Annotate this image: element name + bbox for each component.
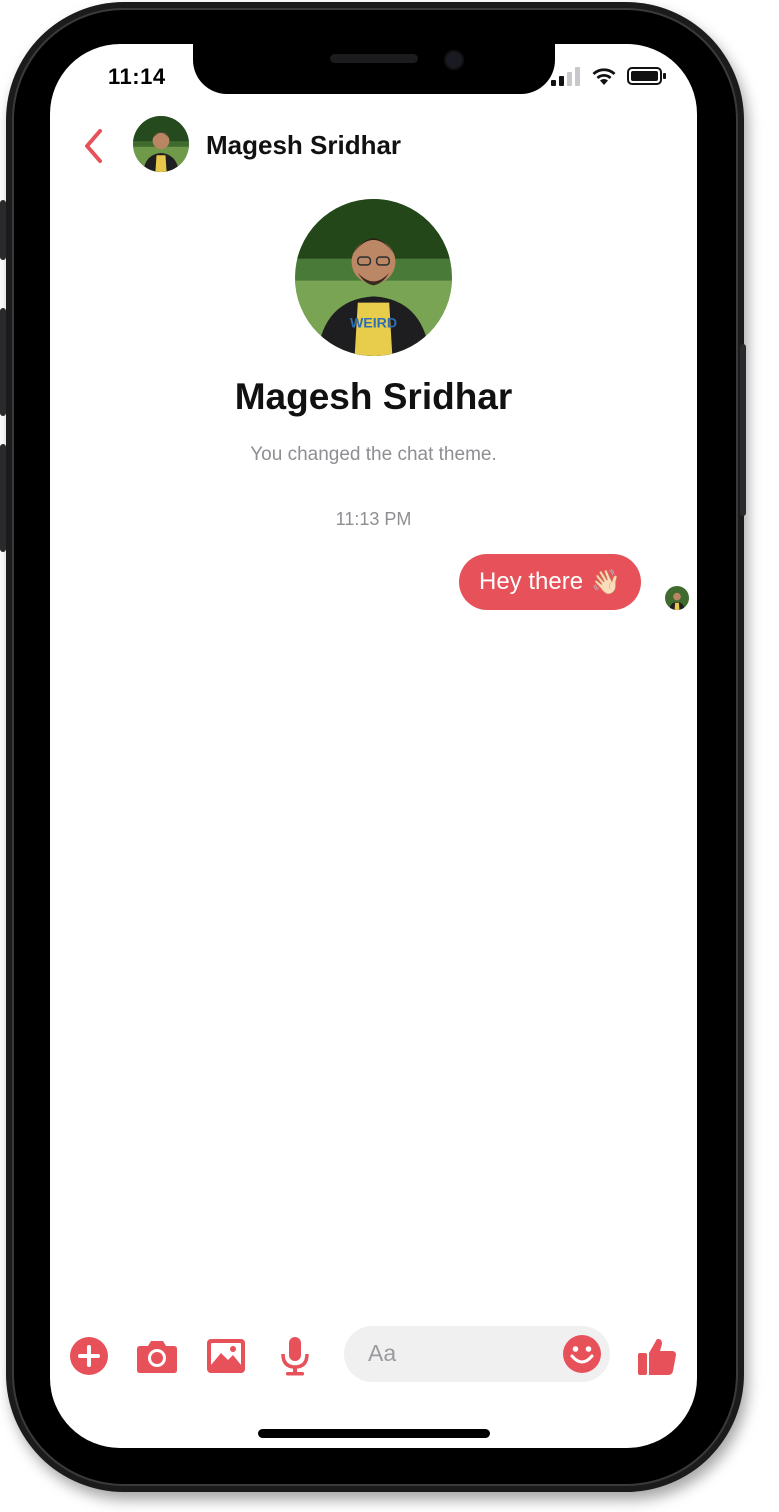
- waving-hand-emoji: 👋🏻: [591, 568, 621, 596]
- front-camera: [444, 50, 464, 70]
- gallery-button[interactable]: [204, 1334, 248, 1378]
- theme-change-notice: You changed the chat theme.: [250, 444, 497, 465]
- add-button[interactable]: [67, 1334, 111, 1378]
- message-input-placeholder: Aa: [368, 1340, 397, 1366]
- back-button[interactable]: [80, 126, 110, 166]
- mute-switch: [0, 200, 6, 260]
- like-button[interactable]: [635, 1334, 679, 1378]
- chevron-left-icon: [85, 129, 102, 163]
- notch: [193, 44, 555, 94]
- power-button: [740, 344, 746, 516]
- svg-text:WEIRD: WEIRD: [350, 315, 397, 331]
- voice-button[interactable]: [273, 1334, 317, 1378]
- home-indicator[interactable]: [258, 1429, 490, 1438]
- camera-icon: [137, 1341, 177, 1373]
- header-contact-name[interactable]: Magesh Sridhar: [206, 130, 401, 161]
- signal-icon: [551, 67, 580, 86]
- gallery-icon: [207, 1339, 245, 1373]
- volume-down-button: [0, 444, 6, 552]
- read-receipt-avatar: [665, 586, 689, 610]
- message-input[interactable]: Aa: [344, 1326, 610, 1382]
- profile-photo: WEIRD: [295, 199, 452, 356]
- message-timestamp: 11:13 PM: [335, 509, 412, 529]
- screen: 11:14 Magesh Sridhar WEIRD Magesh Sridha…: [50, 44, 697, 1448]
- avatar-photo: [133, 116, 189, 172]
- camera-button[interactable]: [135, 1334, 179, 1378]
- add-icon: [70, 1337, 108, 1375]
- read-receipt-photo: [665, 586, 689, 610]
- microphone-icon: [281, 1337, 309, 1376]
- battery-icon: [627, 67, 666, 85]
- profile-avatar[interactable]: WEIRD: [295, 199, 452, 356]
- earpiece-speaker: [330, 54, 418, 63]
- status-icons: [551, 66, 667, 86]
- wifi-icon: [592, 68, 616, 85]
- thumbs-up-icon: [638, 1338, 676, 1375]
- sent-message-bubble[interactable]: Hey there 👋🏻: [459, 554, 641, 610]
- header-avatar[interactable]: [133, 116, 189, 172]
- volume-up-button: [0, 308, 6, 416]
- message-text: Hey there: [479, 568, 584, 595]
- emoji-button[interactable]: [562, 1334, 602, 1374]
- status-time: 11:14: [108, 64, 166, 89]
- profile-name: Magesh Sridhar: [234, 376, 513, 417]
- emoji-icon: [563, 1335, 601, 1373]
